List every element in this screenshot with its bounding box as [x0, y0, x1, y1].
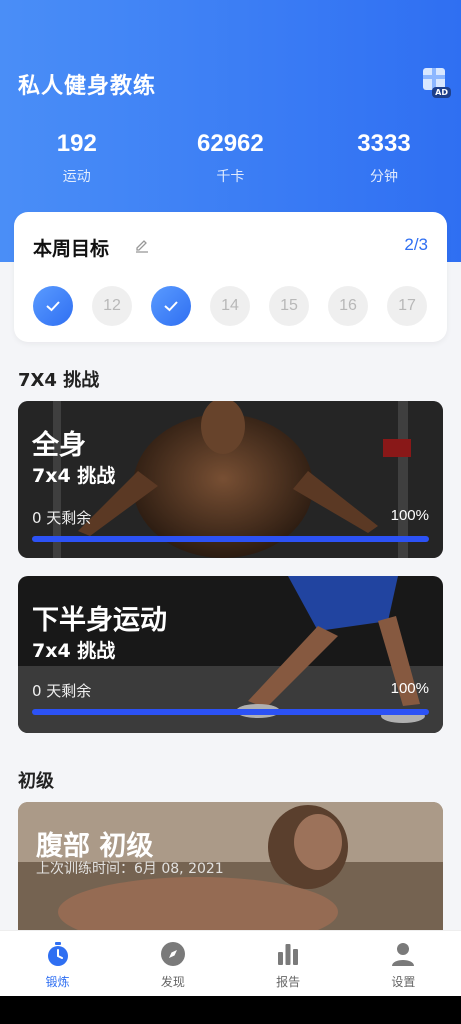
bar-chart-icon — [278, 944, 299, 965]
workout-card-abs-beginner[interactable]: 腹部 初级 上次训练时间：6月 08, 2021 — [18, 802, 443, 930]
workout-card-full-body[interactable]: 全身 7x4 挑战 0 天剩余 100% — [18, 401, 443, 558]
day-label: 17 — [398, 297, 416, 314]
stopwatch-icon — [47, 942, 68, 966]
nav-discover[interactable]: 发现 — [115, 931, 230, 996]
section-title-challenge: 7X4 挑战 — [18, 370, 100, 391]
check-icon — [164, 301, 178, 312]
card-title: 全身 — [32, 430, 86, 461]
card-title: 下半身运动 — [32, 605, 167, 636]
day-circle[interactable]: 14 — [210, 286, 250, 326]
day-circle[interactable]: 16 — [328, 286, 368, 326]
nav-label: 锻炼 — [45, 975, 70, 989]
goal-progress: 2/3 — [404, 235, 428, 254]
stat-minutes: 3333 分钟 — [307, 130, 461, 186]
stat-value: 62962 — [197, 130, 264, 157]
stat-calories: 62962 千卡 — [154, 130, 308, 186]
day-circle[interactable] — [33, 286, 73, 326]
last-trained: 上次训练时间：6月 08, 2021 — [36, 861, 224, 877]
day-label: 12 — [103, 297, 121, 314]
progress-bar — [32, 709, 429, 715]
compass-icon — [160, 942, 185, 966]
nav-label: 设置 — [391, 975, 416, 989]
days-remaining: 0 天剩余 — [32, 682, 92, 700]
nav-report[interactable]: 报告 — [231, 931, 346, 996]
check-icon — [46, 301, 60, 312]
nav-settings[interactable]: 设置 — [346, 931, 461, 996]
stat-label: 分钟 — [369, 169, 398, 185]
stats-row: 192 运动 62962 千卡 3333 分钟 — [0, 130, 461, 186]
nav-label: 发现 — [160, 975, 185, 989]
weekly-goal-card[interactable]: 本周目标 2/3 12 14 15 16 17 — [14, 212, 447, 342]
workout-card-lower-body[interactable]: 下半身运动 7x4 挑战 0 天剩余 100% — [18, 576, 443, 733]
stat-label: 运动 — [62, 169, 91, 185]
goal-title: 本周目标 — [33, 238, 110, 260]
day-circle[interactable] — [151, 286, 191, 326]
card-subtitle: 7x4 挑战 — [32, 640, 116, 662]
gift-ad-icon[interactable]: AD — [421, 68, 451, 98]
day-circle[interactable]: 15 — [269, 286, 309, 326]
stat-value: 192 — [56, 130, 97, 157]
stat-label: 千卡 — [216, 169, 245, 185]
day-circle[interactable]: 12 — [92, 286, 132, 326]
bottom-nav: 锻炼 发现 报告 设置 — [0, 930, 461, 996]
day-label: 16 — [339, 297, 357, 314]
system-nav-bar — [0, 996, 461, 1024]
day-circle[interactable]: 17 — [387, 286, 427, 326]
day-label: 15 — [280, 297, 298, 314]
edit-icon[interactable] — [134, 237, 150, 253]
progress-fill — [32, 536, 429, 542]
app-title: 私人健身教练 — [18, 74, 157, 99]
nav-workout[interactable]: 锻炼 — [0, 931, 115, 996]
section-title-beginner: 初级 — [18, 771, 54, 792]
days-remaining: 0 天剩余 — [32, 509, 92, 527]
stat-workouts: 192 运动 — [0, 130, 154, 186]
day-label: 14 — [221, 297, 239, 314]
ad-badge: AD — [432, 87, 451, 98]
progress-bar — [32, 536, 429, 542]
person-icon — [392, 943, 415, 966]
week-days: 12 14 15 16 17 — [33, 286, 433, 326]
percent-complete: 100% — [390, 680, 429, 697]
stat-value: 3333 — [357, 130, 411, 157]
nav-label: 报告 — [276, 975, 301, 989]
percent-complete: 100% — [390, 507, 429, 524]
card-subtitle: 7x4 挑战 — [32, 465, 116, 487]
progress-fill — [32, 709, 429, 715]
